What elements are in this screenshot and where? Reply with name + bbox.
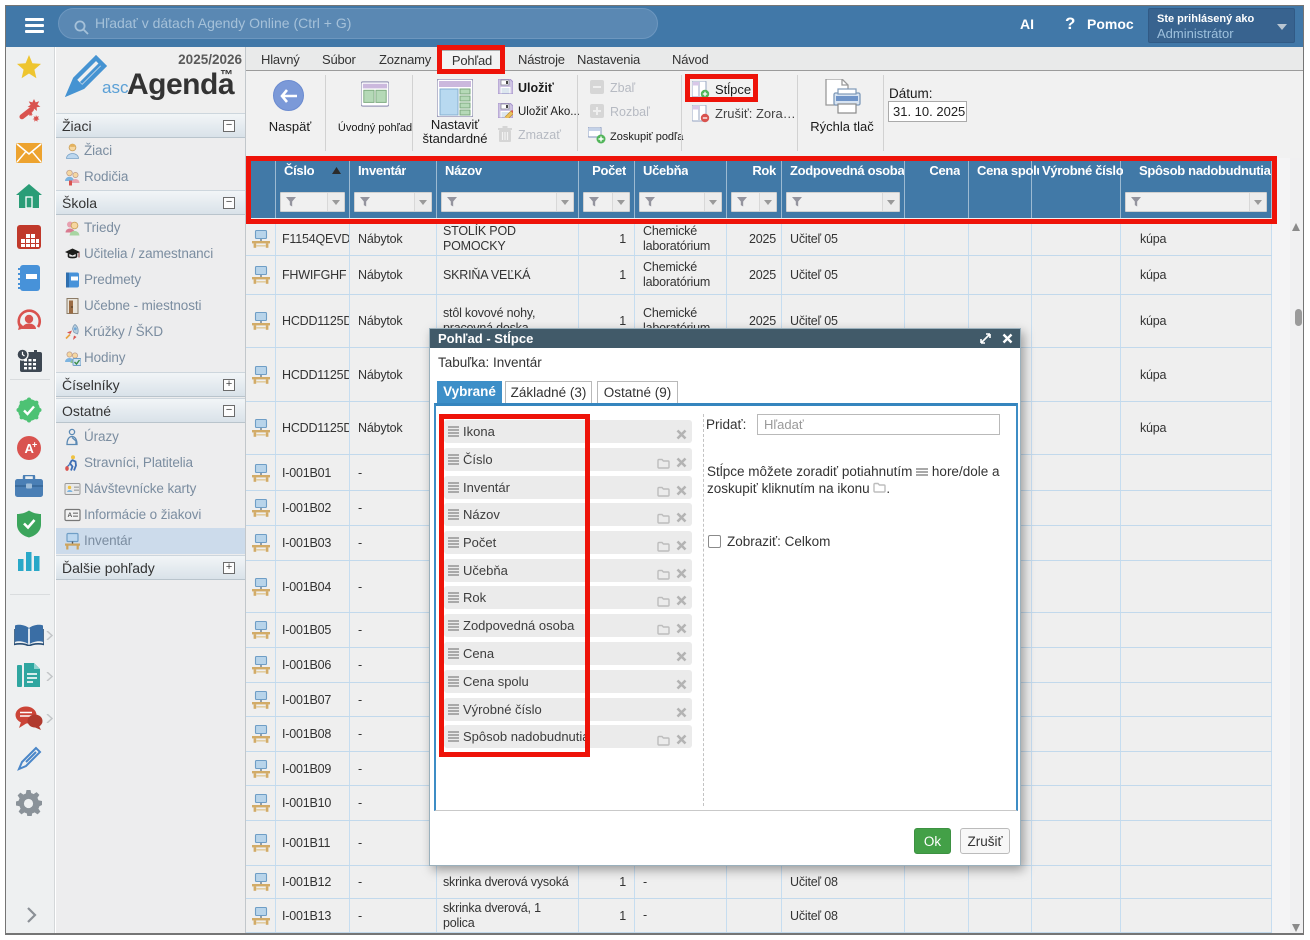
svg-text:+: +: [32, 440, 37, 450]
svg-text:A: A: [68, 512, 73, 519]
